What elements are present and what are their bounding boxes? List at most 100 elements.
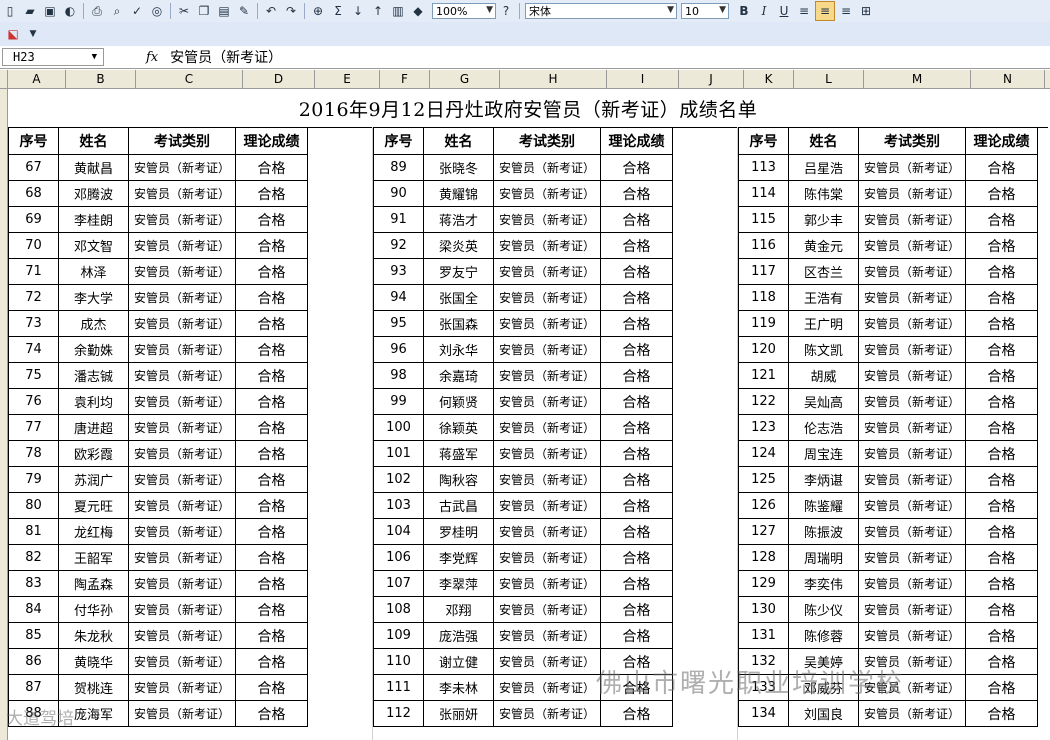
header-name[interactable]: 姓名 xyxy=(58,127,129,155)
cell-category[interactable]: 安管员（新考证） xyxy=(128,518,236,545)
cell-category[interactable]: 安管员（新考证） xyxy=(493,674,601,701)
cell-result[interactable]: 合格 xyxy=(235,154,308,181)
cell-no[interactable]: 84 xyxy=(8,596,59,623)
cell-name[interactable]: 余勤姝 xyxy=(58,336,129,363)
cell-no[interactable]: 106 xyxy=(373,544,424,571)
cell-result[interactable]: 合格 xyxy=(965,206,1038,233)
cell-result[interactable]: 合格 xyxy=(235,544,308,571)
cell-result[interactable]: 合格 xyxy=(965,674,1038,701)
cell-result[interactable]: 合格 xyxy=(965,700,1038,727)
cell-no[interactable]: 85 xyxy=(8,622,59,649)
align-left-icon[interactable]: ≡ xyxy=(795,2,813,20)
cell-category[interactable]: 安管员（新考证） xyxy=(493,648,601,675)
cell-result[interactable]: 合格 xyxy=(600,180,673,207)
cell-name[interactable]: 邓文智 xyxy=(58,232,129,259)
cell-category[interactable]: 安管员（新考证） xyxy=(493,622,601,649)
cell-result[interactable]: 合格 xyxy=(600,440,673,467)
cell-category[interactable]: 安管员（新考证） xyxy=(128,206,236,233)
column-header[interactable]: J xyxy=(679,70,744,88)
column-header[interactable]: D xyxy=(243,70,315,88)
cell-name[interactable]: 古武昌 xyxy=(423,492,494,519)
cell-result[interactable]: 合格 xyxy=(965,232,1038,259)
cell-result[interactable]: 合格 xyxy=(965,492,1038,519)
cell-category[interactable]: 安管员（新考证） xyxy=(493,362,601,389)
cell-no[interactable]: 89 xyxy=(373,154,424,181)
cell-name[interactable]: 龙红梅 xyxy=(58,518,129,545)
cell-result[interactable]: 合格 xyxy=(600,362,673,389)
cell-name[interactable]: 伦志浩 xyxy=(788,414,859,441)
empty-column[interactable] xyxy=(307,127,373,740)
pdf-convert-icon[interactable]: ⬕ xyxy=(4,25,22,43)
cell-name[interactable]: 唐进超 xyxy=(58,414,129,441)
zoom-select[interactable]: 100% ▼ xyxy=(432,3,496,19)
cell-category[interactable]: 安管员（新考证） xyxy=(493,492,601,519)
cell-no[interactable]: 82 xyxy=(8,544,59,571)
cell-name[interactable]: 陈文凯 xyxy=(788,336,859,363)
cell-no[interactable]: 92 xyxy=(373,232,424,259)
cell-name[interactable]: 邓腾波 xyxy=(58,180,129,207)
cell-category[interactable]: 安管员（新考证） xyxy=(858,154,966,181)
cell-category[interactable]: 安管员（新考证） xyxy=(858,414,966,441)
cell-no[interactable]: 112 xyxy=(373,700,424,727)
cell-result[interactable]: 合格 xyxy=(600,518,673,545)
cell-name[interactable]: 苏润广 xyxy=(58,466,129,493)
header-result[interactable]: 理论成绩 xyxy=(235,127,308,155)
cell-no[interactable]: 90 xyxy=(373,180,424,207)
cell-result[interactable]: 合格 xyxy=(235,674,308,701)
cell-no[interactable]: 128 xyxy=(738,544,789,571)
cell-category[interactable]: 安管员（新考证） xyxy=(493,258,601,285)
cell-category[interactable]: 安管员（新考证） xyxy=(858,232,966,259)
cell-name[interactable]: 陈伟棠 xyxy=(788,180,859,207)
cell-result[interactable]: 合格 xyxy=(235,388,308,415)
column-header[interactable]: M xyxy=(864,70,971,88)
cell-result[interactable]: 合格 xyxy=(235,362,308,389)
column-header[interactable]: I xyxy=(607,70,679,88)
cell-category[interactable]: 安管员（新考证） xyxy=(128,596,236,623)
cell-name[interactable]: 张国森 xyxy=(423,310,494,337)
cell-no[interactable]: 98 xyxy=(373,362,424,389)
cell-category[interactable]: 安管员（新考证） xyxy=(128,622,236,649)
cell-result[interactable]: 合格 xyxy=(235,284,308,311)
format-painter-icon[interactable]: ✎ xyxy=(235,2,253,20)
cell-no[interactable]: 68 xyxy=(8,180,59,207)
cell-result[interactable]: 合格 xyxy=(965,596,1038,623)
cell-result[interactable]: 合格 xyxy=(965,414,1038,441)
cell-result[interactable]: 合格 xyxy=(600,388,673,415)
cell-result[interactable]: 合格 xyxy=(235,700,308,727)
cell-result[interactable]: 合格 xyxy=(235,310,308,337)
cell-result[interactable]: 合格 xyxy=(965,440,1038,467)
cell-name[interactable]: 庞浩强 xyxy=(423,622,494,649)
cell-no[interactable]: 111 xyxy=(373,674,424,701)
header-name[interactable]: 姓名 xyxy=(788,127,859,155)
column-header[interactable]: H xyxy=(500,70,607,88)
paste-icon[interactable]: ▤ xyxy=(215,2,233,20)
cell-no[interactable]: 116 xyxy=(738,232,789,259)
cell-name[interactable]: 梁炎英 xyxy=(423,232,494,259)
cell-name[interactable]: 谢立健 xyxy=(423,648,494,675)
cell-name[interactable]: 胡威 xyxy=(788,362,859,389)
cell-no[interactable]: 75 xyxy=(8,362,59,389)
font-name-select[interactable]: 宋体 ▼ xyxy=(525,3,677,19)
cell-no[interactable]: 107 xyxy=(373,570,424,597)
cell-result[interactable]: 合格 xyxy=(235,336,308,363)
cell-name[interactable]: 欧彩霞 xyxy=(58,440,129,467)
cell-name[interactable]: 罗友宁 xyxy=(423,258,494,285)
cell-result[interactable]: 合格 xyxy=(235,180,308,207)
hyperlink-icon[interactable]: ⊕ xyxy=(309,2,327,20)
cell-name[interactable]: 王浩有 xyxy=(788,284,859,311)
cell-name[interactable]: 陈少仪 xyxy=(788,596,859,623)
drawing-icon[interactable]: ◆ xyxy=(409,2,427,20)
cell-result[interactable]: 合格 xyxy=(965,284,1038,311)
print-preview-icon[interactable]: ⌕ xyxy=(108,2,126,20)
cell-no[interactable]: 101 xyxy=(373,440,424,467)
cell-no[interactable]: 127 xyxy=(738,518,789,545)
cell-no[interactable]: 80 xyxy=(8,492,59,519)
cell-result[interactable]: 合格 xyxy=(965,180,1038,207)
cell-category[interactable]: 安管员（新考证） xyxy=(493,518,601,545)
cell-result[interactable]: 合格 xyxy=(965,622,1038,649)
cell-category[interactable]: 安管员（新考证） xyxy=(493,544,601,571)
cell-category[interactable]: 安管员（新考证） xyxy=(858,440,966,467)
cell-result[interactable]: 合格 xyxy=(965,570,1038,597)
cell-no[interactable]: 91 xyxy=(373,206,424,233)
cell-category[interactable]: 安管员（新考证） xyxy=(858,544,966,571)
